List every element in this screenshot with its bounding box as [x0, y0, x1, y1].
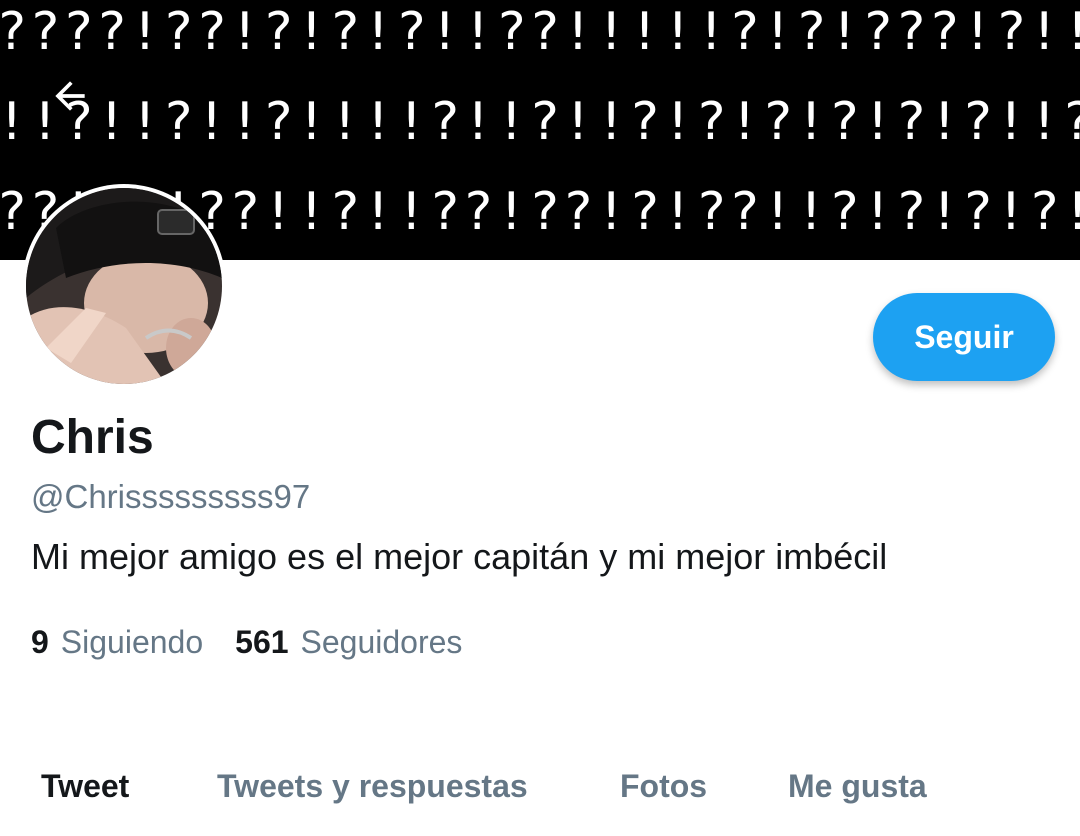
back-button[interactable] — [40, 66, 100, 126]
following-count: 9 — [31, 624, 49, 660]
followers-label: Seguidores — [300, 624, 463, 660]
following-label: Siguiendo — [60, 624, 204, 660]
follow-button[interactable]: Seguir — [873, 293, 1055, 381]
profile-tabs: Tweet Tweets y respuestas Fotos Me gusta — [0, 760, 1080, 820]
profile-handle: @Chrisssssssss97 — [31, 478, 311, 515]
followers-count: 561 — [235, 624, 289, 660]
following-stat[interactable]: 9 Siguiendo — [31, 624, 203, 661]
banner-text-line: ????!??!?!?!?!!??!!!!!?!?!???!?!!!!!?!??… — [0, 2, 1080, 62]
avatar[interactable] — [22, 184, 226, 388]
tab-tweets-and-replies[interactable]: Tweets y respuestas — [217, 768, 528, 805]
profile-name: Chris — [31, 411, 154, 464]
tab-tweet[interactable]: Tweet — [41, 768, 129, 805]
followers-stat[interactable]: 561 Seguidores — [235, 624, 462, 661]
banner-text-line: !!?!!?!!?!!!!?!!?!!?!?!?!?!?!?!!?!?!!!?!… — [0, 92, 1080, 152]
tab-photos[interactable]: Fotos — [620, 768, 707, 805]
tab-likes[interactable]: Me gusta — [788, 768, 927, 805]
profile-bio: Mi mejor amigo es el mejor capitán y mi … — [31, 536, 888, 577]
arrow-left-icon — [55, 81, 85, 111]
avatar-photo — [26, 188, 222, 384]
profile-stats: 9 Siguiendo 561 Seguidores — [31, 624, 462, 661]
